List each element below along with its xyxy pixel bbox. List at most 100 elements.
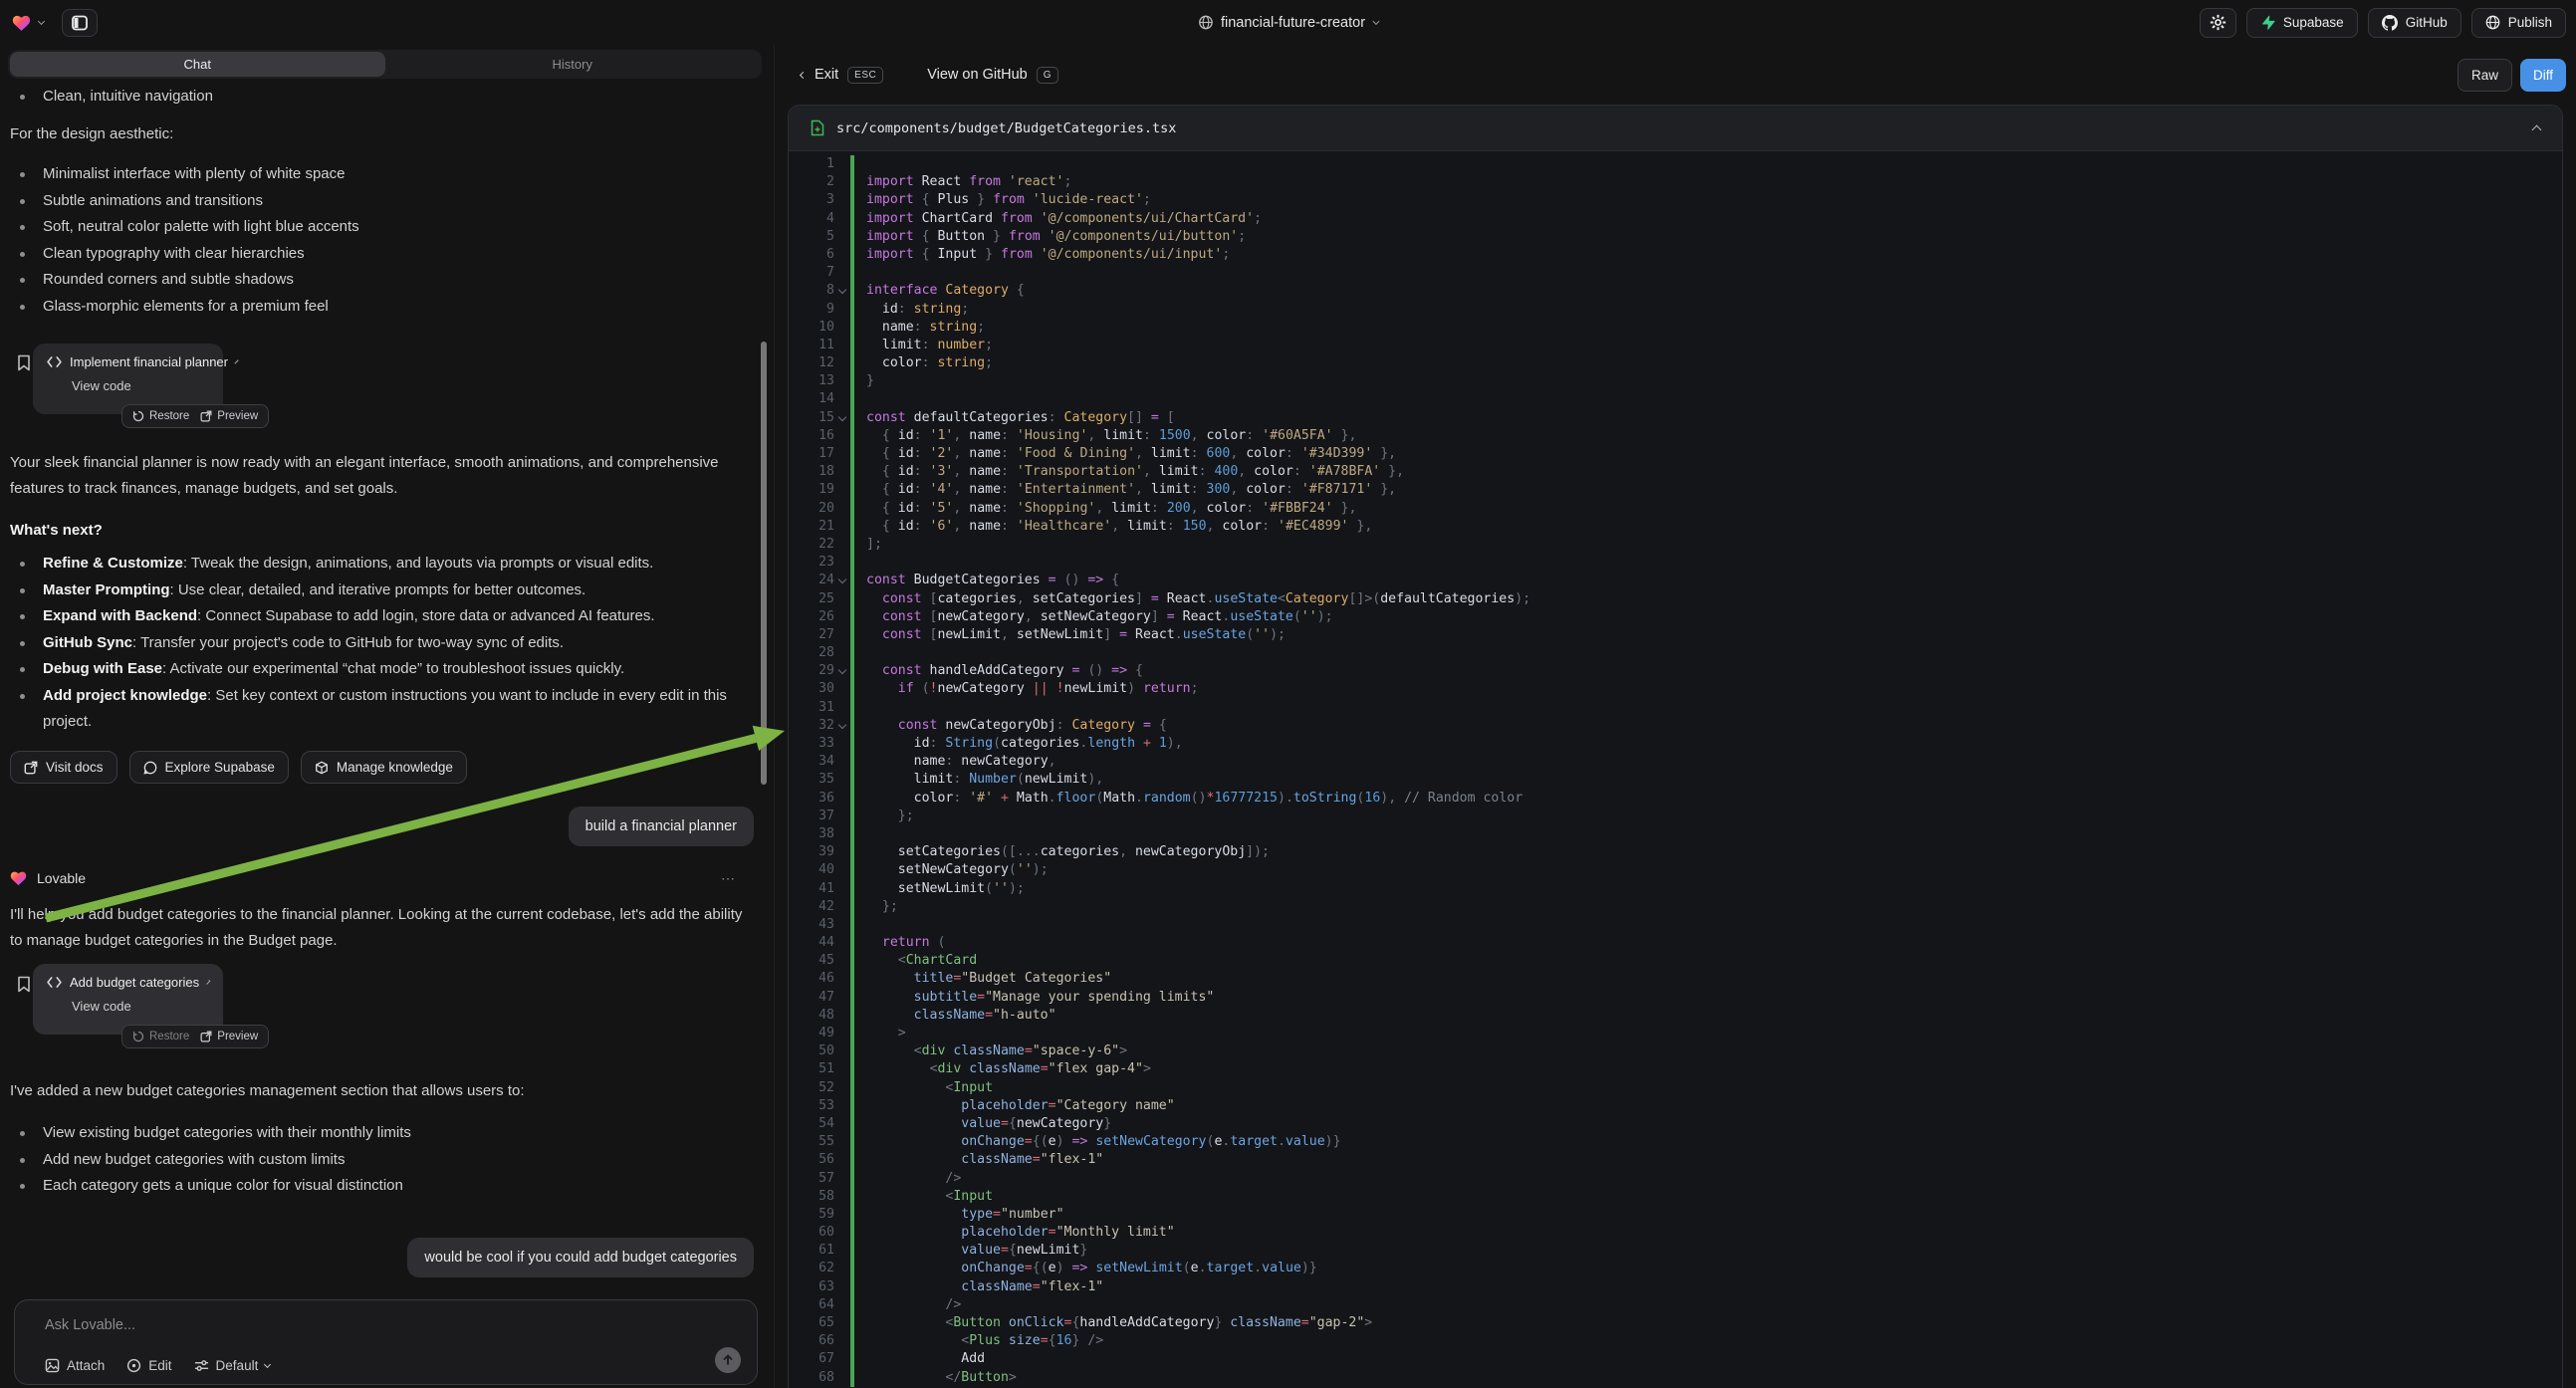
bullet-dot bbox=[20, 562, 25, 567]
code-text: }; bbox=[850, 898, 898, 916]
code-line: 8interface Category { bbox=[789, 282, 2562, 300]
fold-spacer bbox=[834, 1115, 850, 1133]
line-number: 27 bbox=[789, 626, 834, 644]
bullet-dot bbox=[20, 252, 25, 257]
fold-spacer bbox=[834, 1170, 850, 1188]
view-on-github-button[interactable]: View on GitHub G bbox=[927, 67, 1058, 84]
line-number: 14 bbox=[789, 390, 834, 408]
explore-supabase-button[interactable]: Explore Supabase bbox=[129, 751, 289, 784]
code-text: import React from 'react'; bbox=[850, 173, 1071, 191]
fold-spacer bbox=[834, 463, 850, 481]
code-text: import ChartCard from '@/components/ui/C… bbox=[850, 210, 1262, 228]
preview-button[interactable]: Preview bbox=[200, 410, 258, 422]
code-line: 23 bbox=[789, 554, 2562, 572]
code-brackets-icon bbox=[47, 356, 62, 367]
code-text: value={newLimit} bbox=[850, 1242, 1087, 1260]
fold-spacer bbox=[834, 1260, 850, 1277]
fold-spacer bbox=[834, 735, 850, 753]
fold-chevron-icon[interactable] bbox=[834, 662, 850, 680]
line-number: 13 bbox=[789, 372, 834, 390]
fold-chevron-icon[interactable] bbox=[834, 409, 850, 427]
code-text: /> bbox=[850, 1296, 961, 1314]
supabase-icon bbox=[2260, 15, 2275, 30]
diff-toggle-button[interactable]: Diff bbox=[2520, 59, 2566, 92]
line-number: 51 bbox=[789, 1060, 834, 1078]
chat-scrollbar[interactable] bbox=[761, 342, 767, 785]
raw-toggle-button[interactable]: Raw bbox=[2458, 59, 2512, 92]
code-line: 57 /> bbox=[789, 1170, 2562, 1188]
restore-button[interactable]: Restore bbox=[132, 410, 189, 422]
code-text bbox=[850, 825, 866, 843]
intro-bullet-row: Clean, intuitive navigation bbox=[0, 84, 757, 111]
code-line: 17 { id: '2', name: 'Food & Dining', lim… bbox=[789, 445, 2562, 463]
line-number: 50 bbox=[789, 1042, 834, 1060]
code-text: { id: '1', name: 'Housing', limit: 1500,… bbox=[850, 427, 1356, 445]
preview-button[interactable]: Preview bbox=[200, 1031, 258, 1042]
code-text: id: string; bbox=[850, 301, 969, 319]
exit-button[interactable]: Exit ESC bbox=[801, 67, 883, 84]
code-text: limit: number; bbox=[850, 337, 993, 354]
code-line: 48 className="h-auto" bbox=[789, 1007, 2562, 1025]
view-code-link[interactable]: View code bbox=[72, 378, 209, 393]
bookmark-icon[interactable] bbox=[17, 976, 31, 993]
code-text: Add bbox=[850, 1350, 985, 1368]
send-button[interactable] bbox=[715, 1347, 741, 1373]
code-line: 28 bbox=[789, 644, 2562, 662]
tab-chat[interactable]: Chat bbox=[10, 52, 385, 77]
github-button[interactable]: GitHub bbox=[2368, 8, 2461, 38]
github-icon bbox=[2382, 15, 2398, 31]
project-switcher[interactable]: financial-future-creator bbox=[1198, 0, 1378, 45]
code-text: placeholder="Monthly limit" bbox=[850, 1224, 1175, 1242]
project-name: financial-future-creator bbox=[1221, 15, 1365, 31]
fold-chevron-icon[interactable] bbox=[834, 282, 850, 300]
code-text: { id: '5', name: 'Shopping', limit: 200,… bbox=[850, 500, 1356, 518]
code-text: subtitle="Manage your spending limits" bbox=[850, 989, 1214, 1007]
supabase-button[interactable]: Supabase bbox=[2246, 8, 2358, 38]
user-message-1: build a financial planner bbox=[569, 807, 754, 846]
tab-history[interactable]: History bbox=[385, 52, 761, 77]
list-item-text: Master Prompting: Use clear, detailed, a… bbox=[43, 578, 585, 604]
code-text: setNewCategory(''); bbox=[850, 861, 1049, 879]
bookmark-icon[interactable] bbox=[17, 354, 31, 371]
collapse-chevron-up-icon[interactable] bbox=[2532, 125, 2542, 135]
added-paragraph: I've added a new budget categories manag… bbox=[10, 1078, 755, 1104]
mode-selector[interactable]: Default bbox=[194, 1358, 271, 1373]
publish-button[interactable]: Publish bbox=[2471, 8, 2566, 38]
fold-spacer bbox=[834, 753, 850, 771]
restore-icon bbox=[132, 1031, 144, 1042]
fold-chevron-icon[interactable] bbox=[834, 572, 850, 589]
file-header[interactable]: src/components/budget/BudgetCategories.t… bbox=[789, 106, 2562, 151]
line-number: 21 bbox=[789, 518, 834, 536]
code-text: <Input bbox=[850, 1079, 993, 1097]
code-text: setCategories([...categories, newCategor… bbox=[850, 843, 1270, 861]
next-steps-list: Refine & Customize: Tweak the design, an… bbox=[0, 551, 752, 736]
manage-knowledge-button[interactable]: Manage knowledge bbox=[301, 751, 467, 784]
code-line: 41 setNewLimit(''); bbox=[789, 880, 2562, 898]
code-text: id: String(categories.length + 1), bbox=[850, 735, 1183, 753]
fold-spacer bbox=[834, 554, 850, 572]
code-text: color: string; bbox=[850, 354, 993, 372]
settings-button[interactable] bbox=[2200, 8, 2236, 38]
line-number: 37 bbox=[789, 808, 834, 825]
code-text: name: newCategory, bbox=[850, 753, 1056, 771]
code-line: 60 placeholder="Monthly limit" bbox=[789, 1224, 2562, 1242]
code-text: onChange={(e) => setNewCategory(e.target… bbox=[850, 1133, 1341, 1151]
ready-paragraph: Your sleek financial planner is now read… bbox=[10, 450, 749, 502]
prompt-input-box[interactable]: Ask Lovable... Attach Edit Default bbox=[14, 1299, 758, 1385]
visit-docs-button[interactable]: Visit docs bbox=[10, 751, 117, 784]
restore-button[interactable]: Restore bbox=[132, 1031, 189, 1042]
edit-button[interactable]: Edit bbox=[126, 1358, 171, 1373]
message-more-button[interactable]: ⋯ bbox=[721, 870, 737, 887]
fold-chevron-icon[interactable] bbox=[834, 717, 850, 735]
list-item-text: View existing budget categories with the… bbox=[43, 1120, 411, 1147]
view-code-link[interactable]: View code bbox=[72, 999, 209, 1014]
fold-spacer bbox=[834, 1332, 850, 1350]
chevron-left-icon bbox=[800, 71, 807, 78]
list-item: Refine & Customize: Tweak the design, an… bbox=[0, 551, 752, 578]
assistant-intro: I'll help you add budget categories to t… bbox=[10, 902, 755, 954]
list-item-text: Rounded corners and subtle shadows bbox=[43, 267, 294, 294]
code-line: 53 placeholder="Category name" bbox=[789, 1097, 2562, 1115]
file-added-icon bbox=[811, 119, 824, 136]
attach-button[interactable]: Attach bbox=[45, 1358, 105, 1373]
line-number: 3 bbox=[789, 191, 834, 209]
